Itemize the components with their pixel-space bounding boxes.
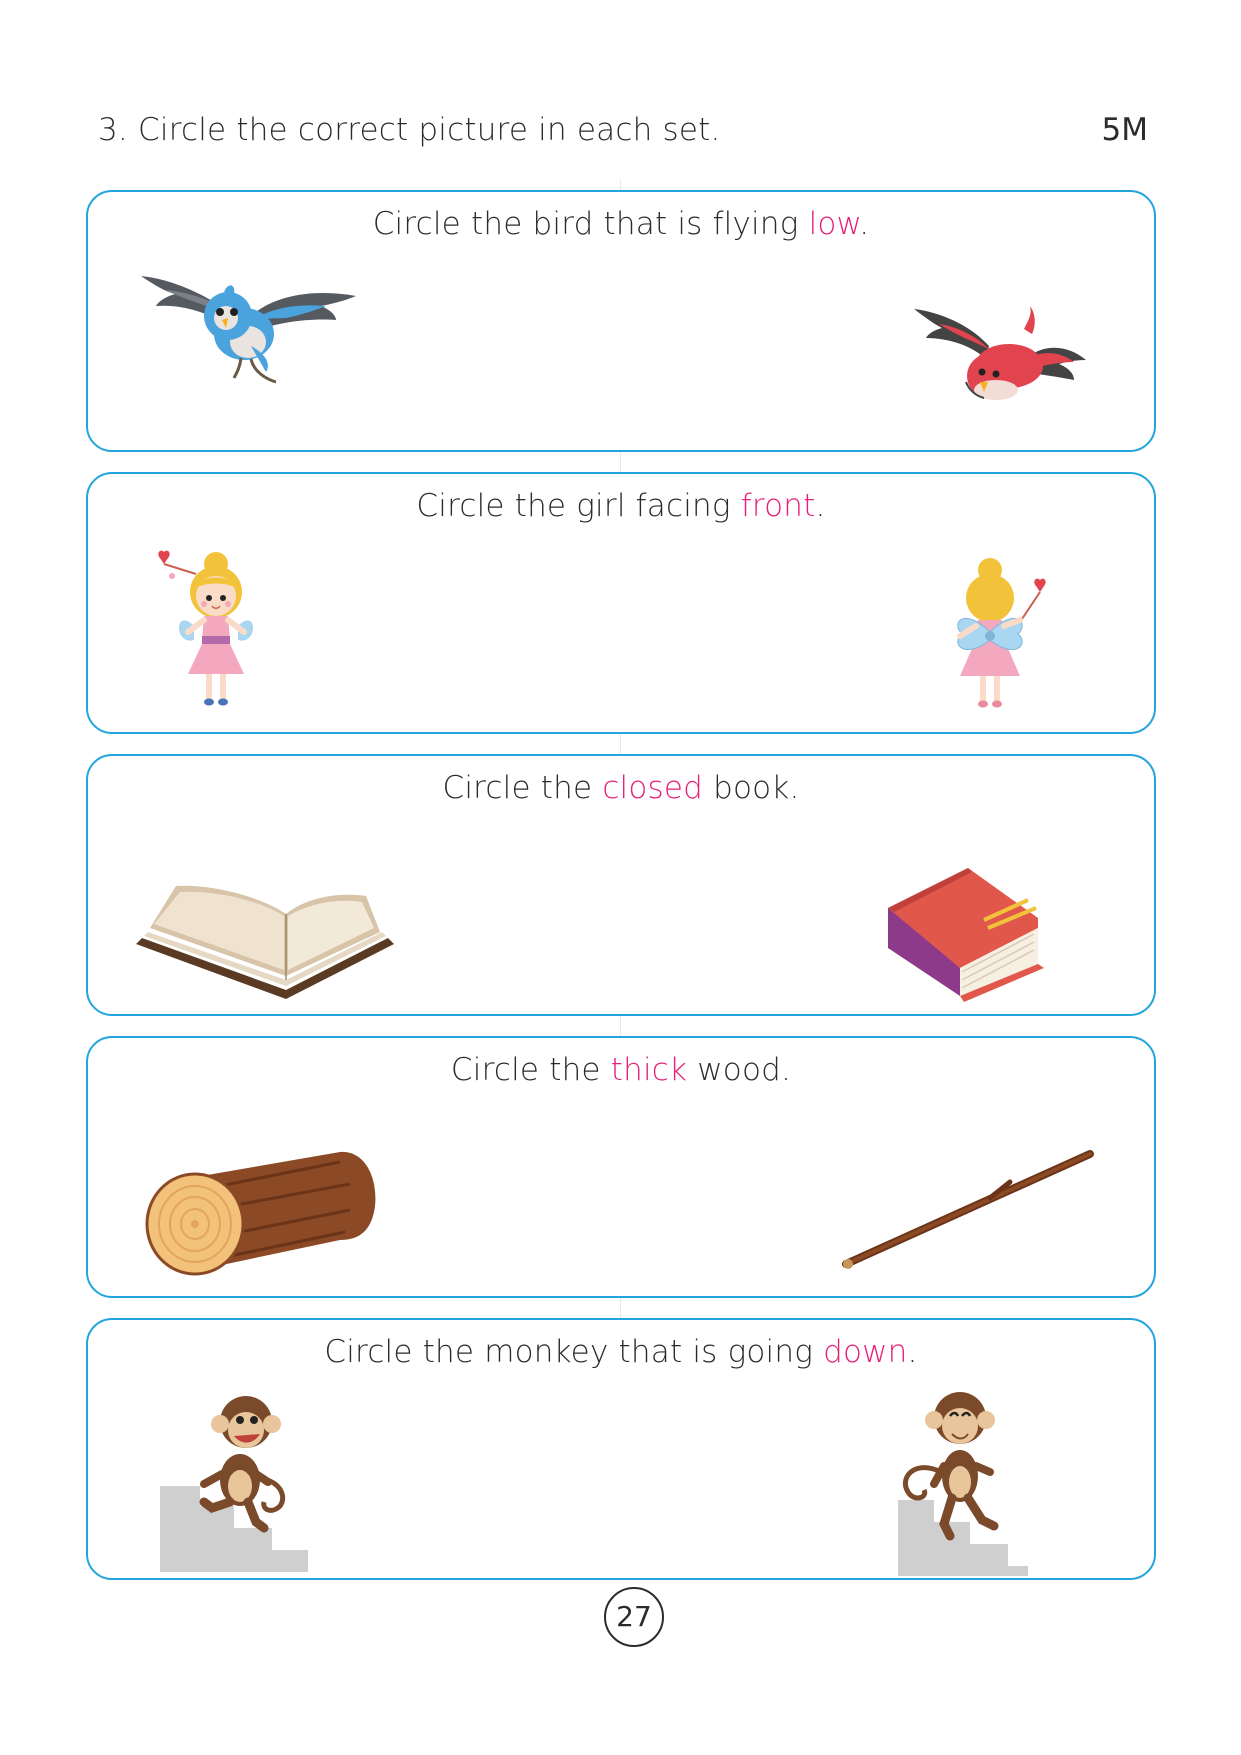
thin-stick-icon[interactable]: [840, 1144, 1096, 1274]
prompt-highlight: closed: [602, 770, 704, 806]
fairy-girl-front-icon[interactable]: [156, 544, 276, 714]
open-book-icon[interactable]: [136, 874, 396, 1004]
blue-bird-icon[interactable]: [136, 254, 360, 384]
set-card-monkeys: Circle the monkey that is going down.: [86, 1318, 1156, 1580]
fairy-girl-back-icon[interactable]: [940, 552, 1050, 717]
thick-log-icon[interactable]: [140, 1148, 378, 1280]
question-instruction: Circle the correct picture in each set.: [138, 112, 721, 148]
set-card-birds: Circle the bird that is flying low.: [86, 190, 1156, 452]
set-prompt: Circle the bird that is flying low.: [372, 206, 870, 242]
marks-label: 5M: [1101, 112, 1148, 148]
question-header: 3. Circle the correct picture in each se…: [98, 112, 1148, 162]
set-card-girls: Circle the girl facing front.: [86, 472, 1156, 734]
set-prompt: Circle the thick wood.: [450, 1052, 792, 1088]
monkey-going-up-icon[interactable]: [160, 1382, 310, 1572]
monkey-going-down-icon[interactable]: [898, 1376, 1048, 1576]
page-number: 27: [604, 1587, 664, 1647]
set-card-wood: Circle the thick wood.: [86, 1036, 1156, 1298]
red-bird-icon[interactable]: [914, 304, 1090, 414]
question-number: 3.: [98, 112, 128, 148]
prompt-highlight: low: [808, 206, 860, 242]
prompt-highlight: thick: [610, 1052, 688, 1088]
set-prompt: Circle the monkey that is going down.: [324, 1334, 918, 1370]
set-prompt: Circle the girl facing front.: [416, 488, 826, 524]
closed-book-icon[interactable]: [888, 868, 1048, 1008]
prompt-highlight: down: [823, 1334, 908, 1370]
prompt-highlight: front: [740, 488, 816, 524]
set-prompt: Circle the closed book.: [442, 770, 800, 806]
question-text: 3. Circle the correct picture in each se…: [98, 112, 721, 148]
set-card-books: Circle the closed book.: [86, 754, 1156, 1016]
